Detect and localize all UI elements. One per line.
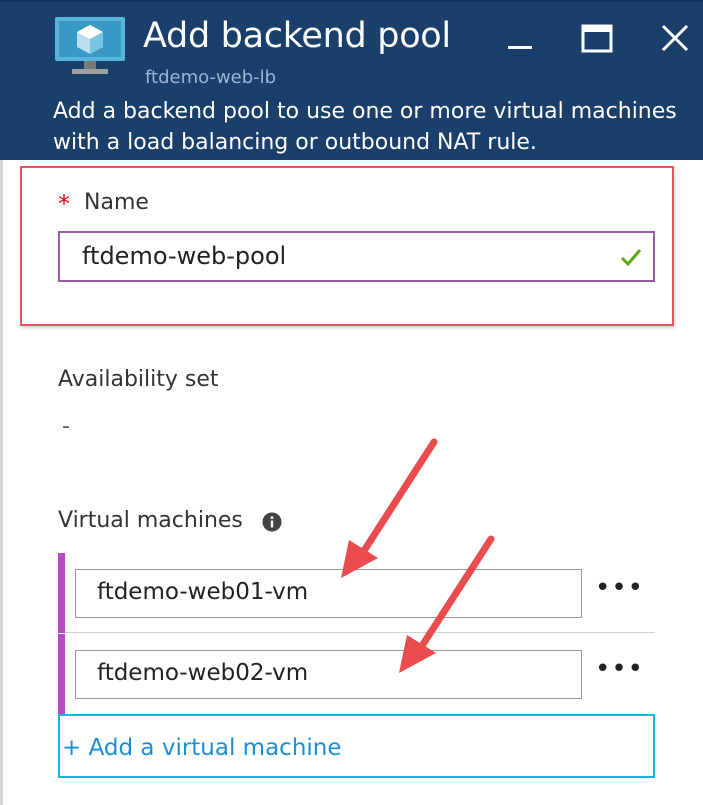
blade-title: Add backend pool [143,16,451,56]
vm-name: ftdemo-web02-vm [97,660,309,686]
blade-left-border [0,160,3,805]
vm-select-field[interactable]: ftdemo-web02-vm [75,650,582,699]
vm-list-item: ftdemo-web01-vm ••• [58,553,655,633]
vm-name: ftdemo-web01-vm [97,579,309,605]
maximize-icon [581,24,613,53]
maximize-button[interactable] [574,16,618,60]
name-label: Name [84,190,149,215]
vm-list-item: ftdemo-web02-vm ••• [58,634,655,714]
header-top-border [0,0,703,2]
virtual-machines-label: Virtual machines [58,508,243,533]
info-icon[interactable] [262,512,282,532]
availability-set-label: Availability set [58,367,219,392]
minimize-icon [508,46,532,49]
more-options-icon[interactable]: ••• [595,654,644,684]
vm-row-accent [58,634,65,714]
more-options-icon[interactable]: ••• [595,573,644,603]
availability-set-value: - [62,414,70,439]
add-virtual-machine-button[interactable]: + Add a virtual machine [58,714,655,778]
required-marker: * [58,190,70,218]
vm-select-field[interactable]: ftdemo-web01-vm [75,569,582,618]
name-input[interactable]: ftdemo-web-pool [58,231,655,282]
blade-subtitle: ftdemo-web-lb [145,67,277,88]
vm-row-accent [58,553,65,633]
minimize-button[interactable] [498,16,542,60]
row-divider [65,632,655,633]
close-button[interactable] [652,16,696,60]
close-icon [661,24,689,52]
blade-description: Add a backend pool to use one or more vi… [53,99,677,155]
checkmark-icon [620,247,642,267]
add-virtual-machine-label: + Add a virtual machine [62,735,342,761]
blade-header: Add backend pool ftdemo-web-lb Add a bac… [0,0,703,160]
virtual-machine-icon [54,16,126,78]
name-input-value: ftdemo-web-pool [82,242,287,270]
